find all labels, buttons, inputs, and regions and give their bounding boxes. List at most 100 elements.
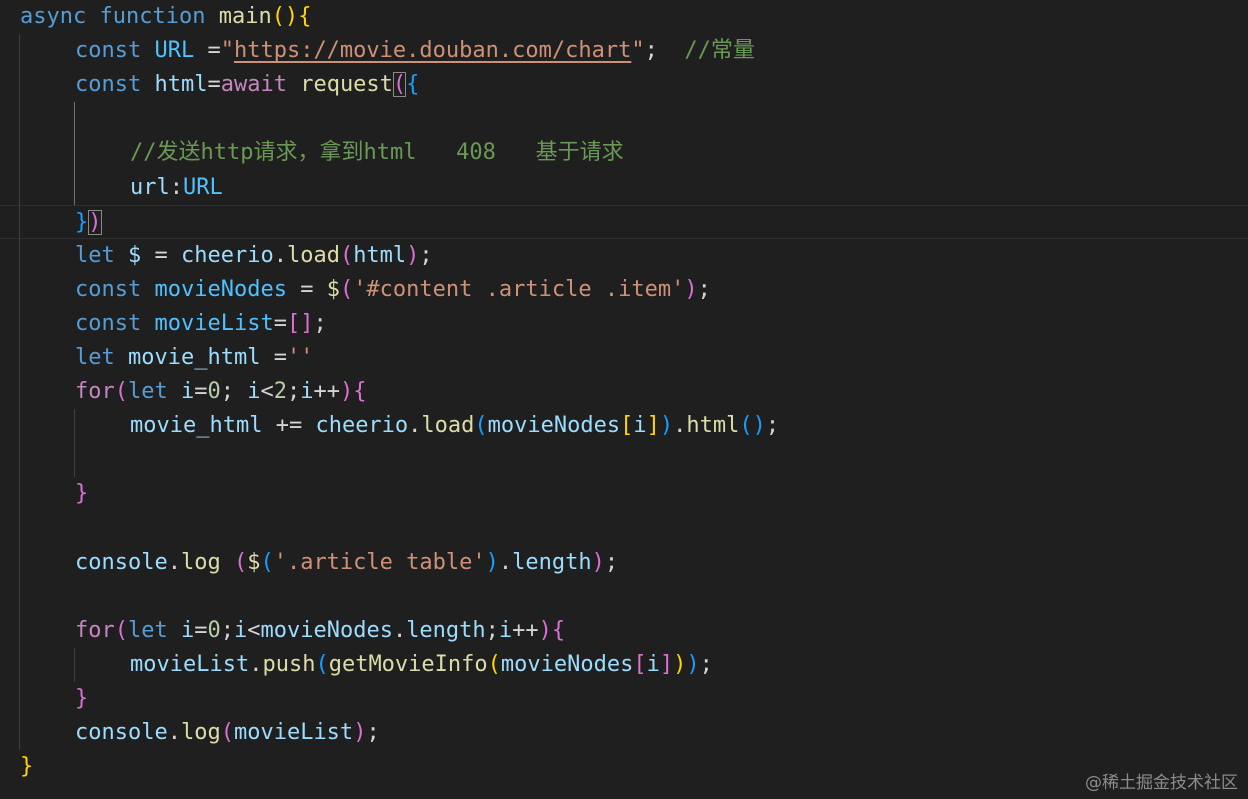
code-token: i (633, 413, 647, 439)
code-token: [ (633, 651, 647, 677)
code-token: log (180, 549, 234, 575)
code-token: main (218, 4, 272, 29)
code-token: i (247, 379, 261, 405)
code-token: ; (699, 651, 713, 677)
code-line[interactable]: movie_html += cheerio.load(movieNodes[i]… (0, 409, 779, 443)
code-line[interactable]: for(let i=0; i<2;i++){ (0, 375, 366, 409)
code-token: { (353, 379, 367, 405)
code-token: i (646, 651, 660, 677)
code-line[interactable]: url:URL (0, 171, 223, 205)
code-token: ] (646, 413, 660, 439)
code-token: '#content .article .item' (353, 276, 685, 302)
code-token: ) (659, 413, 674, 439)
code-token: ( (339, 276, 354, 302)
code-token: ) (88, 209, 102, 235)
code-line[interactable]: } (0, 477, 88, 511)
code-token: () (271, 4, 299, 29)
code-line[interactable]: } (0, 750, 33, 784)
code-token: i (300, 379, 314, 405)
code-line[interactable]: const html=await request({ (0, 68, 419, 102)
code-token: $ (326, 276, 340, 302)
code-token: ( (315, 651, 329, 677)
code-token: load (286, 242, 340, 268)
code-line[interactable] (0, 580, 20, 614)
code-token: . (673, 413, 687, 439)
code-token: { (406, 72, 420, 98)
code-token: 2 (273, 379, 287, 405)
code-token: ; (485, 617, 499, 643)
code-line[interactable]: //发送http请求，拿到html 408 基于请求 (0, 136, 624, 170)
code-token: html (154, 72, 208, 98)
code-token: . (498, 549, 513, 575)
code-token: . (273, 242, 287, 268)
code-token: = (300, 276, 327, 302)
code-line[interactable] (0, 512, 20, 546)
code-token: ; (604, 549, 619, 575)
code-token: movieNodes (260, 617, 393, 643)
code-line[interactable]: console.log ($('.article table').length)… (0, 546, 618, 580)
code-token: [ (620, 413, 634, 439)
code-token: //发送http请求，拿到html 408 基于请求 (130, 140, 624, 166)
code-token: push (262, 651, 316, 677)
code-token: ] (659, 651, 674, 677)
code-line[interactable]: const URL ="https://movie.douban.com/cha… (0, 34, 755, 68)
code-token: ( (114, 379, 128, 405)
code-token: { (551, 617, 566, 643)
code-line[interactable] (0, 443, 75, 477)
code-token: const (75, 276, 155, 302)
code-token: ; (313, 310, 327, 336)
code-line[interactable]: async function main(){ (0, 0, 311, 34)
code-token: ; (220, 379, 248, 405)
code-line[interactable]: console.log(movieList); (0, 716, 380, 750)
code-token: const (75, 72, 155, 98)
code-token: ) (591, 549, 605, 575)
code-token: let (128, 379, 181, 405)
code-token: const (75, 38, 155, 64)
code-token: ; (286, 379, 301, 405)
code-token: } (75, 209, 89, 235)
code-token: = (273, 345, 287, 370)
code-token: < (247, 617, 261, 643)
code-token: ) (339, 379, 354, 405)
code-token: ( (487, 651, 501, 677)
code-token: cheerio (315, 413, 409, 439)
code-token: { (298, 4, 312, 29)
code-line[interactable]: const movieNodes = $('#content .article … (0, 273, 711, 307)
code-token: getMovieInfo (328, 651, 488, 677)
code-token: for (75, 617, 115, 643)
code-token: ++ (313, 379, 340, 405)
code-line[interactable]: let $ = cheerio.load(html); (0, 239, 433, 273)
code-token: = (154, 242, 181, 268)
code-token: ( (392, 72, 407, 98)
code-token: ; (644, 38, 685, 64)
code-token: = (207, 72, 221, 98)
code-token: ( (260, 549, 274, 575)
code-token: . (167, 720, 181, 746)
code-token: console (75, 549, 168, 575)
code-line[interactable]: for(let i=0;i<movieNodes.length;i++){ (0, 614, 565, 648)
code-token: movie_html (130, 413, 276, 439)
code-token: //常量 (684, 38, 755, 64)
code-token: ; (366, 720, 380, 746)
code-token: '' (286, 345, 314, 370)
code-editor[interactable]: async function main(){const URL ="https:… (0, 0, 1248, 799)
code-token: . (249, 651, 263, 677)
code-line[interactable]: movieList.push(getMovieInfo(movieNodes[i… (0, 648, 713, 682)
code-line[interactable]: } (0, 682, 88, 716)
code-token: movieNodes (487, 413, 621, 439)
code-line[interactable]: const movieList=[]; (0, 307, 327, 341)
code-token: function (99, 4, 219, 29)
code-token: i (180, 379, 195, 405)
code-token: log (180, 720, 221, 746)
code-token: ) (686, 651, 700, 677)
code-line[interactable]: }) (0, 204, 1248, 239)
code-token: . (167, 549, 181, 575)
code-token: } (75, 481, 89, 507)
code-line[interactable] (0, 102, 75, 136)
indent-guide (74, 647, 75, 682)
code-token: " (631, 38, 645, 64)
code-token: movie_html (127, 345, 274, 370)
code-token: ; (765, 413, 780, 439)
code-token: ; (419, 242, 433, 268)
code-line[interactable]: let movie_html ='' (0, 341, 313, 375)
